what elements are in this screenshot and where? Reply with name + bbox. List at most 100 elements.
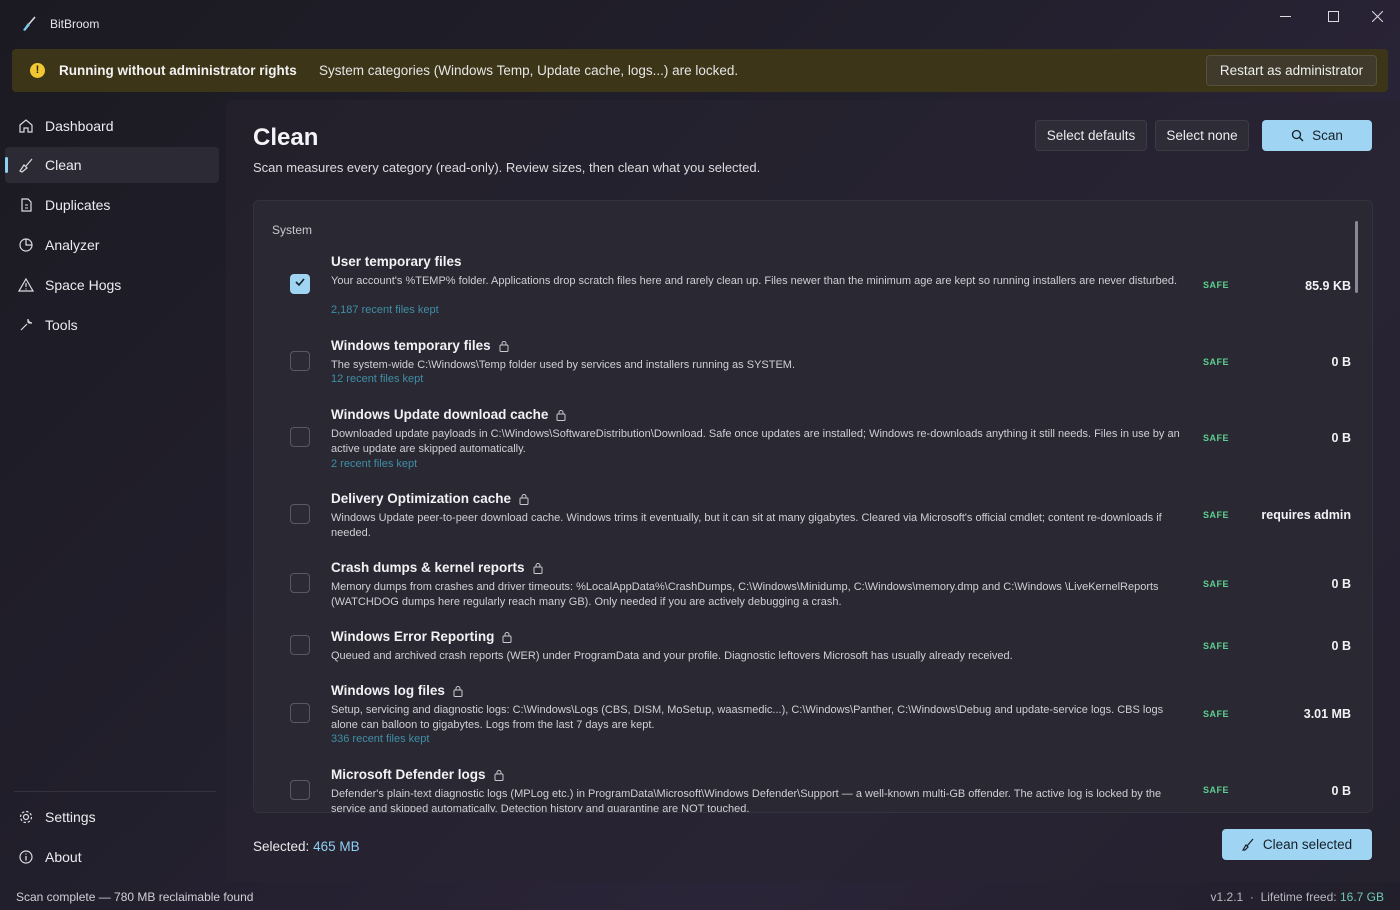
row-checkbox[interactable] (290, 427, 310, 447)
lock-icon (494, 769, 504, 781)
lock-icon (502, 631, 512, 643)
broom-app-icon (20, 15, 38, 33)
lock-icon (519, 493, 529, 505)
row-size: 0 B (1331, 577, 1351, 591)
sidebar-item-label: Space Hogs (45, 277, 122, 293)
row-checkbox[interactable] (290, 274, 310, 294)
status-separator: · (1246, 890, 1261, 904)
minimize-button[interactable] (1262, 0, 1308, 32)
clean-selected-label: Clean selected (1262, 837, 1353, 852)
row-note: 2,187 recent files kept (331, 304, 439, 316)
row-checkbox[interactable] (290, 504, 310, 524)
status-right: v1.2.1 · Lifetime freed: 16.7 GB (1211, 890, 1384, 904)
selected-summary: Selected: 465 MB (253, 839, 360, 854)
broom-icon (1241, 838, 1255, 851)
lock-icon (556, 409, 566, 421)
info-icon (18, 849, 34, 865)
row-checkbox[interactable] (290, 573, 310, 593)
sidebar-item-clean[interactable]: Clean (5, 147, 219, 183)
main-content: Clean Scan measures every category (read… (226, 100, 1400, 882)
pie-chart-icon (18, 237, 34, 253)
row-size: 0 B (1331, 355, 1351, 369)
list-item[interactable]: Windows Update download cache Downloaded… (254, 407, 1354, 477)
row-checkbox[interactable] (290, 351, 310, 371)
banner-title: Running without administrator rights (59, 63, 297, 78)
row-title: Windows temporary files (331, 338, 509, 353)
lock-icon (499, 340, 509, 352)
list-item[interactable]: Crash dumps & kernel reports Memory dump… (254, 560, 1354, 616)
row-size: 0 B (1331, 784, 1351, 798)
row-title: Windows Error Reporting (331, 629, 512, 644)
list-item[interactable]: Windows temporary files The system-wide … (254, 338, 1354, 394)
lock-icon (533, 562, 543, 574)
restart-as-admin-button[interactable]: Restart as administrator (1206, 55, 1377, 86)
sidebar-item-label: Tools (45, 317, 78, 333)
title-bar: BitBroom (0, 0, 1400, 48)
scan-button[interactable]: Scan (1262, 120, 1372, 151)
home-icon (18, 118, 34, 134)
section-header-system: System (272, 223, 313, 237)
row-checkbox[interactable] (290, 703, 310, 723)
row-title: User temporary files (331, 254, 462, 269)
row-checkbox[interactable] (290, 780, 310, 800)
sidebar-item-tools[interactable]: Tools (5, 307, 219, 343)
list-item[interactable]: Delivery Optimization cache Windows Upda… (254, 491, 1354, 547)
status-bar: Scan complete — 780 MB reclaimable found… (0, 882, 1400, 910)
lock-icon (453, 685, 463, 697)
list-item[interactable]: Windows Error Reporting Queued and archi… (254, 629, 1354, 669)
row-size: requires admin (1261, 508, 1351, 522)
select-none-button[interactable]: Select none (1155, 120, 1249, 151)
list-item[interactable]: Windows log files Setup, servicing and d… (254, 683, 1354, 753)
row-title-text: Windows temporary files (331, 338, 491, 353)
page-title: Clean (253, 124, 319, 151)
select-defaults-button[interactable]: Select defaults (1035, 120, 1147, 151)
sidebar-item-label: About (45, 849, 82, 865)
broom-icon (18, 157, 34, 173)
sidebar-item-duplicates[interactable]: Duplicates (5, 187, 219, 223)
row-title-text: Delivery Optimization cache (331, 491, 512, 506)
row-title-text: User temporary files (331, 254, 462, 269)
close-button[interactable] (1354, 0, 1400, 32)
row-note: 2 recent files kept (331, 458, 418, 470)
row-title: Windows Update download cache (331, 407, 566, 422)
row-description: The system-wide C:\Windows\Temp folder u… (331, 359, 796, 371)
row-description: Setup, servicing and diagnostic logs: C:… (331, 704, 1164, 731)
clean-selected-button[interactable]: Clean selected (1222, 829, 1372, 860)
scan-status: Scan complete — 780 MB reclaimable found (16, 890, 254, 904)
sidebar-item-dashboard[interactable]: Dashboard (5, 108, 219, 144)
row-note: 336 recent files kept (331, 733, 430, 745)
sidebar-item-analyzer[interactable]: Analyzer (5, 227, 219, 263)
warning-icon (17, 277, 35, 293)
lifetime-freed-label: Lifetime freed: (1260, 890, 1337, 904)
sidebar-item-label: Clean (45, 157, 82, 173)
wrench-icon (18, 317, 34, 333)
sidebar-item-about[interactable]: About (5, 839, 219, 875)
sidebar-divider (14, 791, 216, 792)
admin-warning-banner: ! Running without administrator rights S… (12, 49, 1388, 92)
sidebar-item-settings[interactable]: Settings (5, 799, 219, 835)
row-note: 12 recent files kept (331, 373, 424, 385)
category-list[interactable]: System User temporary files Your account… (253, 200, 1373, 813)
copy-icon (18, 197, 34, 213)
lifetime-freed-value: 16.7 GB (1339, 890, 1384, 904)
row-size: 85.9 KB (1305, 279, 1351, 293)
row-checkbox[interactable] (290, 635, 310, 655)
row-title: Crash dumps & kernel reports (331, 560, 543, 575)
maximize-button[interactable] (1310, 0, 1356, 32)
active-indicator (5, 157, 8, 173)
row-size: 3.01 MB (1303, 707, 1351, 721)
row-description: Downloaded update payloads in C:\Windows… (331, 428, 1180, 455)
selected-label: Selected: (253, 839, 310, 854)
row-description: Windows Update peer-to-peer download cac… (331, 512, 1162, 539)
list-item[interactable]: User temporary files Your account's %TEM… (254, 254, 1354, 324)
row-size: 0 B (1331, 431, 1351, 445)
search-icon (1291, 129, 1304, 142)
list-item[interactable]: Microsoft Defender logs Defender's plain… (254, 767, 1354, 812)
sidebar-item-label: Settings (45, 809, 96, 825)
row-title-text: Microsoft Defender logs (331, 767, 486, 782)
sidebar-item-space-hogs[interactable]: Space Hogs (5, 267, 219, 303)
sidebar-item-label: Dashboard (45, 118, 114, 134)
scrollbar-thumb[interactable] (1355, 221, 1358, 293)
sidebar-item-label: Duplicates (45, 197, 111, 213)
row-title-text: Windows Error Reporting (331, 629, 495, 644)
